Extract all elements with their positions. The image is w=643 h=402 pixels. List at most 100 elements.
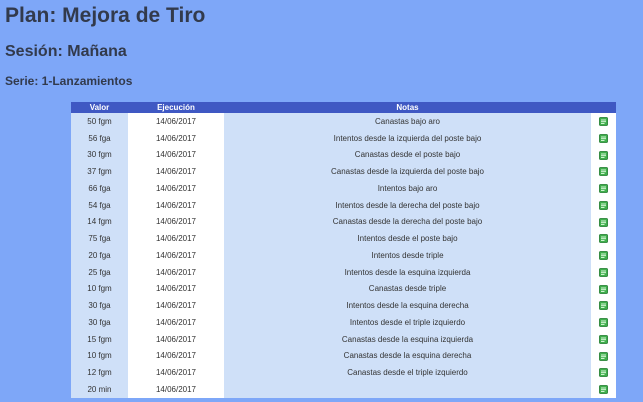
cell-ejecucion: 14/06/2017 [128, 146, 224, 164]
cell-actions [591, 297, 616, 314]
header-valor: Valor [71, 102, 128, 113]
series-table: Valor Ejecución Notas 50 fgm 14/06/2017 Ca… [71, 102, 616, 398]
cell-valor: 56 fga [71, 129, 128, 147]
edit-icon[interactable] [599, 217, 608, 227]
cell-valor: 37 fgm [71, 163, 128, 180]
cell-ejecucion: 14/06/2017 [128, 280, 224, 298]
cell-notas: Intentos desde el triple izquierdo [224, 314, 591, 331]
header-actions [591, 102, 616, 113]
cell-actions [591, 280, 616, 298]
cell-valor: 15 fgm [71, 330, 128, 348]
cell-valor: 25 fga [71, 263, 128, 281]
cell-notas: Canastas desde la esquina izquierda [224, 330, 591, 348]
cell-valor: 54 fga [71, 196, 128, 214]
header-notas: Notas [224, 102, 591, 113]
cell-ejecucion: 14/06/2017 [128, 347, 224, 365]
table-row: 56 fga 14/06/2017 Intentos desde la izquie… [71, 129, 616, 147]
edit-icon[interactable] [599, 368, 608, 378]
cell-actions [591, 213, 616, 231]
cell-ejecucion: 14/06/2017 [128, 213, 224, 231]
edit-icon[interactable] [599, 334, 608, 344]
cell-valor: 50 fgm [71, 113, 128, 130]
edit-icon[interactable] [599, 385, 608, 394]
cell-actions [591, 113, 616, 130]
cell-valor: 10 fgm [71, 347, 128, 365]
cell-valor: 20 fga [71, 247, 128, 264]
cell-valor: 12 fgm [71, 364, 128, 381]
edit-icon[interactable] [599, 351, 608, 361]
table-row: 50 fgm 14/06/2017 Canastas bajo aro [71, 113, 616, 130]
table-row: 54 fga 14/06/2017 Intentos desde la derech… [71, 196, 616, 214]
table-row: 30 fga 14/06/2017 Intentos desde el triple… [71, 314, 616, 331]
edit-icon[interactable] [599, 167, 608, 177]
edit-icon[interactable] [599, 251, 608, 260]
table-row: 12 fgm 14/06/2017 Canastas desde el triple… [71, 364, 616, 381]
edit-icon[interactable] [599, 117, 608, 126]
table-row: 37 fgm 14/06/2017 Canastas desde la izquie… [71, 163, 616, 180]
cell-notas [224, 381, 591, 398]
cell-ejecucion: 14/06/2017 [128, 330, 224, 348]
cell-valor: 30 fgm [71, 146, 128, 164]
cell-notas: Intentos bajo aro [224, 180, 591, 197]
cell-ejecucion: 14/06/2017 [128, 180, 224, 197]
cell-ejecucion: 14/06/2017 [128, 381, 224, 398]
cell-valor: 20 min [71, 381, 128, 398]
cell-valor: 30 fga [71, 297, 128, 314]
cell-notas: Canastas desde la derecha del poste bajo [224, 213, 591, 231]
edit-icon[interactable] [599, 133, 608, 143]
edit-icon[interactable] [599, 150, 608, 160]
cell-actions [591, 163, 616, 180]
cell-actions [591, 381, 616, 398]
cell-notas: Intentos desde la derecha del poste bajo [224, 196, 591, 214]
cell-ejecucion: 14/06/2017 [128, 314, 224, 331]
table-row: 14 fgm 14/06/2017 Canastas desde la derech… [71, 213, 616, 231]
plan-title: Plan: Mejora de Tiro [5, 4, 206, 27]
cell-notas: Intentos desde la esquina izquierda [224, 263, 591, 281]
cell-ejecucion: 14/06/2017 [128, 297, 224, 314]
cell-valor: 75 fga [71, 230, 128, 247]
edit-icon[interactable] [599, 284, 608, 294]
cell-actions [591, 314, 616, 331]
cell-notas: Canastas desde el triple izquierdo [224, 364, 591, 381]
table-row: 30 fgm 14/06/2017 Canastas desde el poste … [71, 146, 616, 164]
cell-notas: Intentos desde triple [224, 247, 591, 264]
cell-notas: Canastas desde el poste bajo [224, 146, 591, 164]
edit-icon[interactable] [599, 301, 608, 311]
cell-actions [591, 146, 616, 164]
cell-actions [591, 196, 616, 214]
cell-notas: Intentos desde la esquina derecha [224, 297, 591, 314]
table-row: 75 fga 14/06/2017 Intentos desde el poste … [71, 230, 616, 247]
table-header-row: Valor Ejecución Notas [71, 102, 616, 113]
edit-icon[interactable] [599, 267, 608, 277]
edit-icon[interactable] [599, 200, 608, 210]
cell-ejecucion: 14/06/2017 [128, 230, 224, 247]
cell-ejecucion: 14/06/2017 [128, 196, 224, 214]
cell-actions [591, 247, 616, 264]
cell-ejecucion: 14/06/2017 [128, 263, 224, 281]
cell-ejecucion: 14/06/2017 [128, 113, 224, 130]
cell-actions [591, 364, 616, 381]
cell-notas: Intentos desde la izquierda del poste ba… [224, 129, 591, 147]
table-row: 25 fga 14/06/2017 Intentos desde la esquin… [71, 263, 616, 281]
edit-icon[interactable] [599, 318, 608, 327]
cell-notas: Canastas bajo aro [224, 113, 591, 130]
edit-icon[interactable] [599, 184, 608, 193]
cell-valor: 14 fgm [71, 213, 128, 231]
cell-valor: 10 fgm [71, 280, 128, 298]
cell-actions [591, 330, 616, 348]
edit-icon[interactable] [599, 234, 608, 244]
table-row: 20 min 14/06/2017 [71, 381, 616, 398]
header-ejecucion: Ejecución [128, 102, 224, 113]
cell-actions [591, 263, 616, 281]
cell-ejecucion: 14/06/2017 [128, 163, 224, 180]
cell-notas: Intentos desde el poste bajo [224, 230, 591, 247]
series-title: Serie: 1-Lanzamientos [5, 74, 133, 88]
cell-notas: Canastas desde triple [224, 280, 591, 298]
cell-actions [591, 230, 616, 247]
cell-ejecucion: 14/06/2017 [128, 247, 224, 264]
table-row: 10 fgm 14/06/2017 Canastas desde triple [71, 280, 616, 298]
cell-ejecucion: 14/06/2017 [128, 364, 224, 381]
table-row: 30 fga 14/06/2017 Intentos desde la esquin… [71, 297, 616, 314]
cell-actions [591, 180, 616, 197]
table-body: 50 fgm 14/06/2017 Canastas bajo aro 56 fga 1… [71, 113, 616, 398]
